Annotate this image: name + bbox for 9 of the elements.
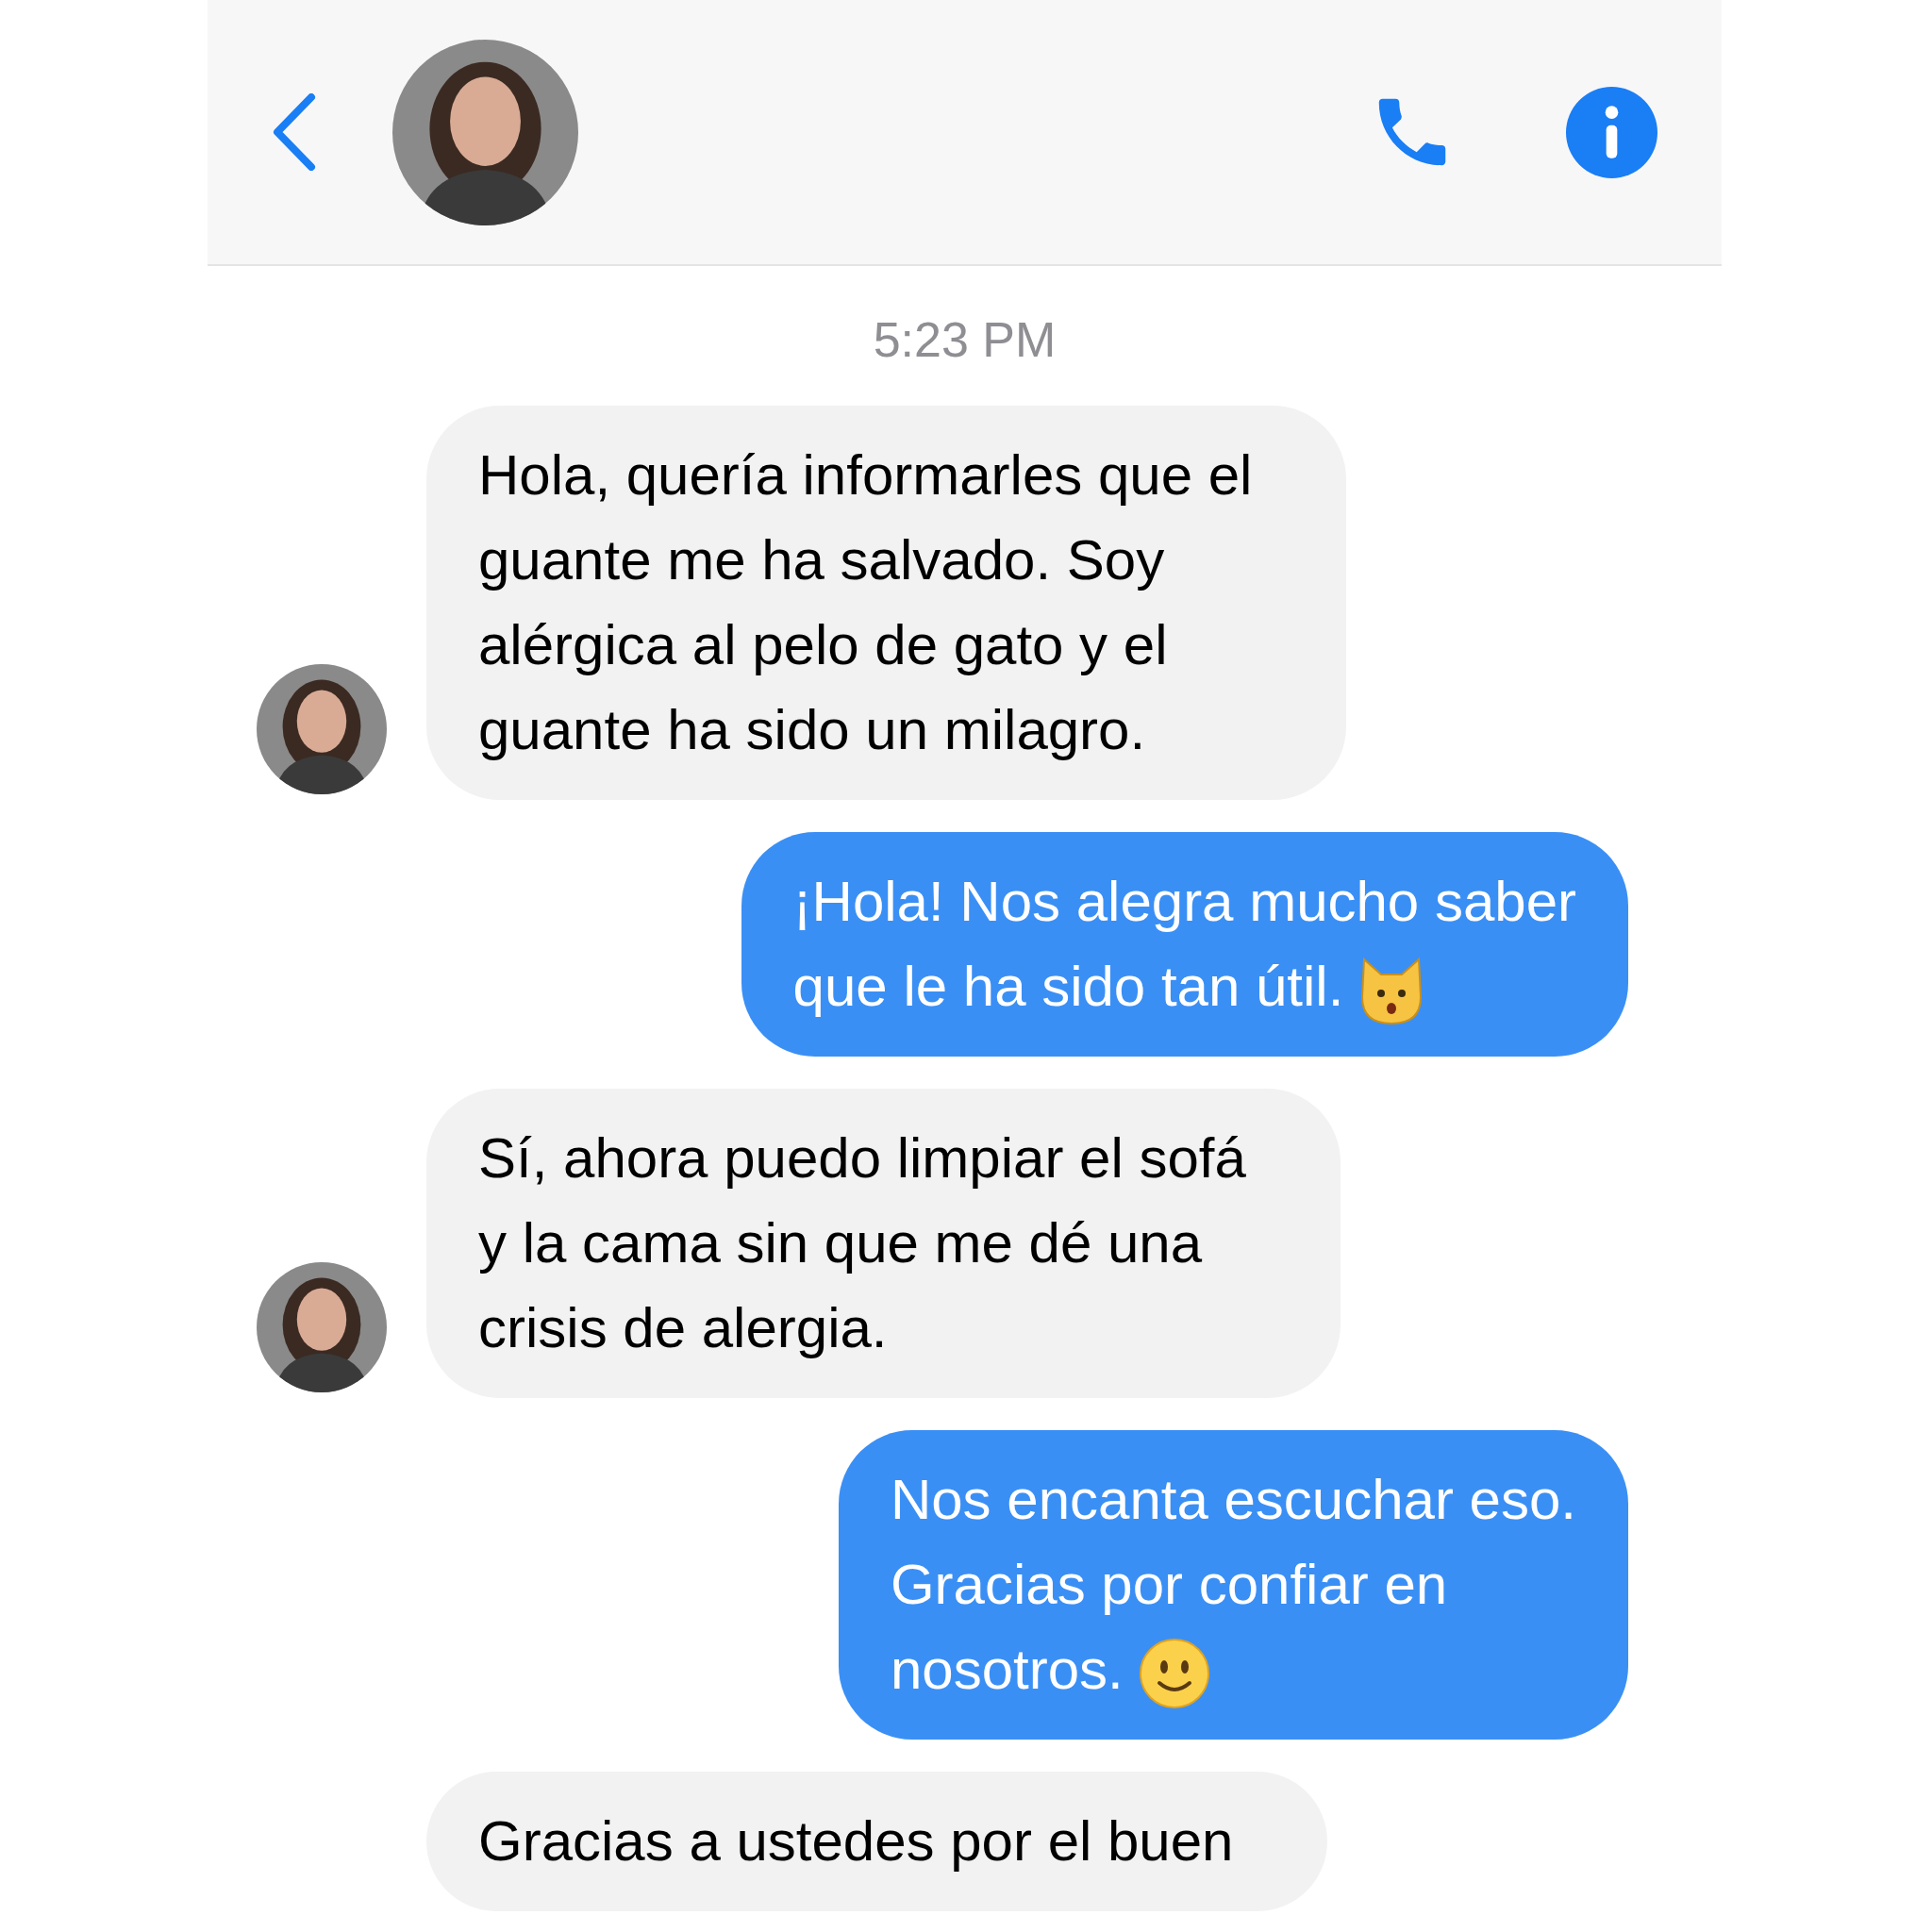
message-text: Nos encanta escuchar eso. Gracias por confiar en nosotros. bbox=[890, 1457, 1576, 1712]
back-icon[interactable] bbox=[272, 93, 317, 171]
message-text: Hola, quería informarles que el guante me ha salvado. Soy alérgica al pelo de gato y el guante ha sido un milagro. bbox=[478, 442, 1253, 763]
message-text: Sí, ahora puedo limpiar el sofá y la cama sin que me dé una crisis de alergia. bbox=[478, 1125, 1246, 1361]
timestamp: 5:23 PM bbox=[873, 311, 1057, 368]
info-icon[interactable] bbox=[1566, 86, 1657, 178]
message-text: ¡Hola! Nos alegra mucho saber que le ha sido tan útil. bbox=[792, 859, 1576, 1029]
smiley-icon bbox=[1138, 1638, 1210, 1710]
message-text: Gracias a ustedes por el buen bbox=[478, 1808, 1234, 1874]
